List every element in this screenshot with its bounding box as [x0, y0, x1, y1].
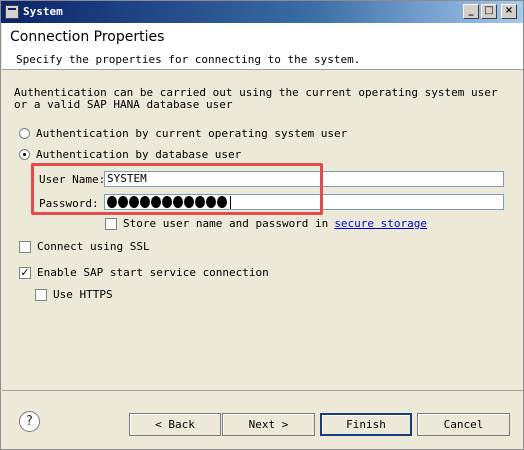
sap-start-option[interactable]: ✓ Enable SAP start service connection — [19, 266, 269, 279]
radio-db-user-indicator[interactable] — [19, 149, 30, 160]
store-credentials-option[interactable]: Store user name and password in secure s… — [105, 217, 427, 230]
page-title: Connection Properties — [10, 29, 165, 45]
title-bar[interactable]: System _ □ × — [1, 1, 523, 23]
radio-db-user[interactable]: Authentication by database user — [19, 148, 241, 161]
finish-button[interactable]: Finish — [320, 413, 412, 436]
ssl-checkbox[interactable] — [19, 240, 31, 253]
store-credentials-label: Store user name and password in — [123, 217, 329, 230]
https-checkbox[interactable] — [35, 288, 47, 301]
radio-db-user-label: Authentication by database user — [36, 148, 242, 161]
window-icon — [5, 5, 19, 19]
wizard-header: Connection Properties Specify the proper… — [2, 23, 523, 70]
radio-os-user-indicator[interactable] — [19, 128, 30, 139]
maximize-button[interactable]: □ — [481, 4, 497, 19]
minimize-button[interactable]: _ — [463, 4, 479, 19]
secure-storage-link[interactable]: secure storage — [334, 217, 427, 230]
window-title: System — [23, 5, 63, 18]
next-button[interactable]: Next > — [222, 413, 315, 436]
https-option[interactable]: Use HTTPS — [35, 288, 113, 301]
back-button[interactable]: < Back — [129, 413, 221, 436]
dialog-window: System _ □ × Connection Properties Speci… — [0, 0, 524, 450]
help-icon[interactable]: ? — [19, 411, 40, 432]
sap-start-checkbox[interactable]: ✓ — [19, 266, 31, 279]
ssl-label: Connect using SSL — [37, 240, 150, 253]
ssl-option[interactable]: Connect using SSL — [19, 240, 150, 253]
cancel-button[interactable]: Cancel — [417, 413, 510, 436]
close-button[interactable]: × — [501, 4, 517, 19]
store-credentials-checkbox[interactable] — [105, 217, 117, 230]
wizard-content: Authentication can be carried out using … — [2, 71, 523, 391]
radio-os-user-label: Authentication by current operating syst… — [36, 127, 348, 140]
radio-os-user[interactable]: Authentication by current operating syst… — [19, 127, 347, 140]
annotation-highlight-box — [31, 163, 323, 215]
intro-text: Authentication can be carried out using … — [14, 86, 498, 111]
https-label: Use HTTPS — [53, 288, 113, 301]
sap-start-label: Enable SAP start service connection — [37, 266, 269, 279]
page-description: Specify the properties for connecting to… — [16, 53, 361, 66]
